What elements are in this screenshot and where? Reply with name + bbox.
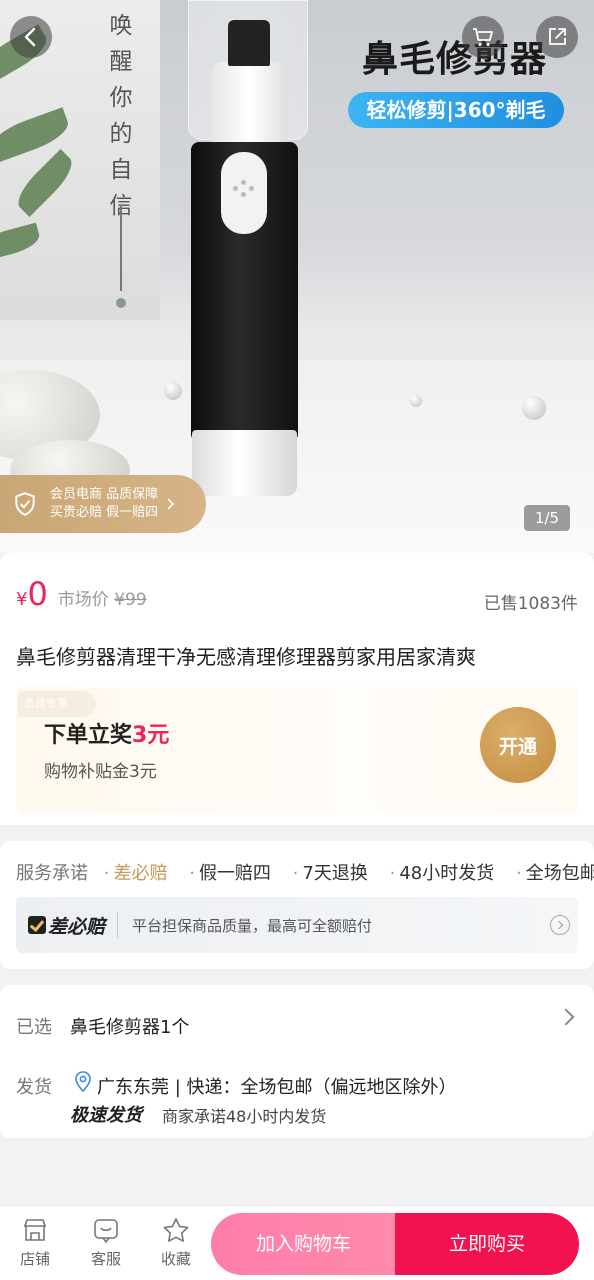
pearl-decoration (522, 396, 546, 420)
share-icon (549, 28, 566, 45)
guarantee-line-2: 买贵必赔 假一赔四 (50, 505, 159, 520)
vertical-dot (116, 298, 126, 308)
service-item: · 假一赔四 (189, 863, 271, 884)
back-button[interactable] (10, 16, 52, 58)
service-tab-label: 客服 (90, 1250, 121, 1268)
promo-headline: 下单立奖3元 (44, 717, 169, 749)
spec-card: 已选 鼻毛修剪器1个 发货 广东东莞 | 快递：全场包邮（偏远地区除外） 极速发… (0, 985, 594, 1138)
service-promise-row: 服务承诺 · 差必赔 · 假一赔四 · 7天退换 · 48小时发货 · 全场包邮 (16, 859, 594, 885)
promo-headline-text: 下单立奖 (44, 723, 133, 748)
hero-title: 鼻毛修剪器 (362, 39, 548, 80)
hero-subtitle: 轻松修剪|360°剃毛 (348, 92, 564, 128)
compensation-logo: 差必赔 (28, 912, 105, 939)
ship-info: 广东东莞 | 快递：全场包邮（偏远地区除外） (97, 1077, 457, 1098)
market-price: 市场价 ¥99 (58, 585, 147, 610)
image-page-indicator: 1/5 (524, 505, 570, 531)
chevron-right-icon (167, 498, 175, 510)
cart-icon (473, 28, 493, 46)
shop-icon (24, 1219, 46, 1241)
vertical-slogan: 唤醒你的自信 (109, 13, 133, 219)
product-image-carousel[interactable]: 唤醒你的自信 鼻毛修剪器 轻松修剪|360°剃毛 会员电商 品质保障 买贵必赔 … (0, 0, 594, 553)
service-label: 服务承诺 (16, 863, 88, 884)
trimmer-switch (221, 152, 267, 234)
buy-now-button[interactable]: 立即购买 (395, 1213, 579, 1275)
guarantee-banner[interactable]: 会员电商 品质保障 买贵必赔 假一赔四 (0, 475, 206, 533)
trimmer-head (228, 20, 270, 66)
star-icon (163, 1218, 189, 1242)
service-item: · 48小时发货 (389, 863, 495, 884)
compensation-banner[interactable]: 差必赔 平台担保商品质量，最高可全额赔付 (16, 897, 578, 953)
promo-subtext: 购物补贴金3元 (44, 762, 157, 782)
bottom-action-bar: 店铺 客服 收藏 加入购物车 立即购买 (0, 1205, 594, 1280)
market-price-value: ¥99 (114, 590, 147, 610)
check-badge-icon (28, 916, 46, 934)
circle-chevron-right-icon[interactable] (550, 915, 570, 935)
favorite-tab[interactable]: 收藏 (151, 1216, 201, 1269)
market-price-label: 市场价 (57, 590, 109, 610)
compensation-desc: 平台担保商品质量，最高可全额赔付 (132, 916, 373, 935)
divider (117, 912, 119, 938)
selected-spec[interactable]: 鼻毛修剪器1个 (70, 1013, 189, 1039)
cart-button[interactable] (462, 16, 504, 58)
promo-tag: 会员专享 (18, 691, 96, 717)
customer-service-icon (94, 1219, 118, 1244)
fast-ship-note: 商家承诺48小时内发货 (162, 1107, 327, 1126)
shield-icon (15, 492, 35, 516)
price-card: ¥ 0 市场价 ¥99 已售1083件 鼻毛修剪器清理干净无感清理修理器剪家用居… (0, 553, 594, 825)
sold-count: 已售1083件 (483, 594, 578, 614)
favorite-tab-label: 收藏 (160, 1250, 191, 1268)
location-pin-icon (75, 1071, 91, 1093)
price-row: ¥ 0 市场价 ¥99 (16, 575, 147, 613)
pearl-decoration (164, 382, 182, 400)
service-tab[interactable]: 客服 (81, 1216, 131, 1269)
shop-tab-label: 店铺 (19, 1250, 50, 1268)
selected-label: 已选 (16, 1017, 52, 1038)
share-button[interactable] (536, 16, 578, 58)
shop-tab[interactable]: 店铺 (10, 1216, 60, 1269)
currency-symbol: ¥ (16, 589, 28, 610)
add-to-cart-button[interactable]: 加入购物车 (211, 1213, 396, 1275)
chevron-left-icon (24, 27, 36, 47)
ship-label: 发货 (16, 1077, 52, 1098)
fast-ship-badge: 极速发货 (70, 1105, 142, 1126)
service-item: · 全场包邮 (515, 863, 594, 884)
service-item: · 7天退换 (292, 863, 368, 884)
open-membership-button[interactable]: 开通 (480, 707, 556, 783)
guarantee-line-1: 会员电商 品质保障 (50, 487, 159, 502)
chevron-right-icon[interactable] (557, 1008, 575, 1026)
current-price: 0 (27, 575, 48, 613)
vertical-line (120, 205, 122, 291)
promo-amount: 3元 (132, 723, 170, 748)
trimmer-neck (212, 62, 288, 146)
pearl-decoration (410, 395, 422, 407)
service-item: · 差必赔 (103, 863, 168, 884)
service-card[interactable]: 服务承诺 · 差必赔 · 假一赔四 · 7天退换 · 48小时发货 · 全场包邮 差必赔 … (0, 841, 594, 969)
member-promo-card[interactable]: 会员专享 下单立奖3元 购物补贴金3元 开通 (16, 687, 578, 813)
product-title: 鼻毛修剪器清理干净无感清理修理器剪家用居家清爽 (16, 645, 476, 669)
trimmer-base (192, 430, 297, 496)
